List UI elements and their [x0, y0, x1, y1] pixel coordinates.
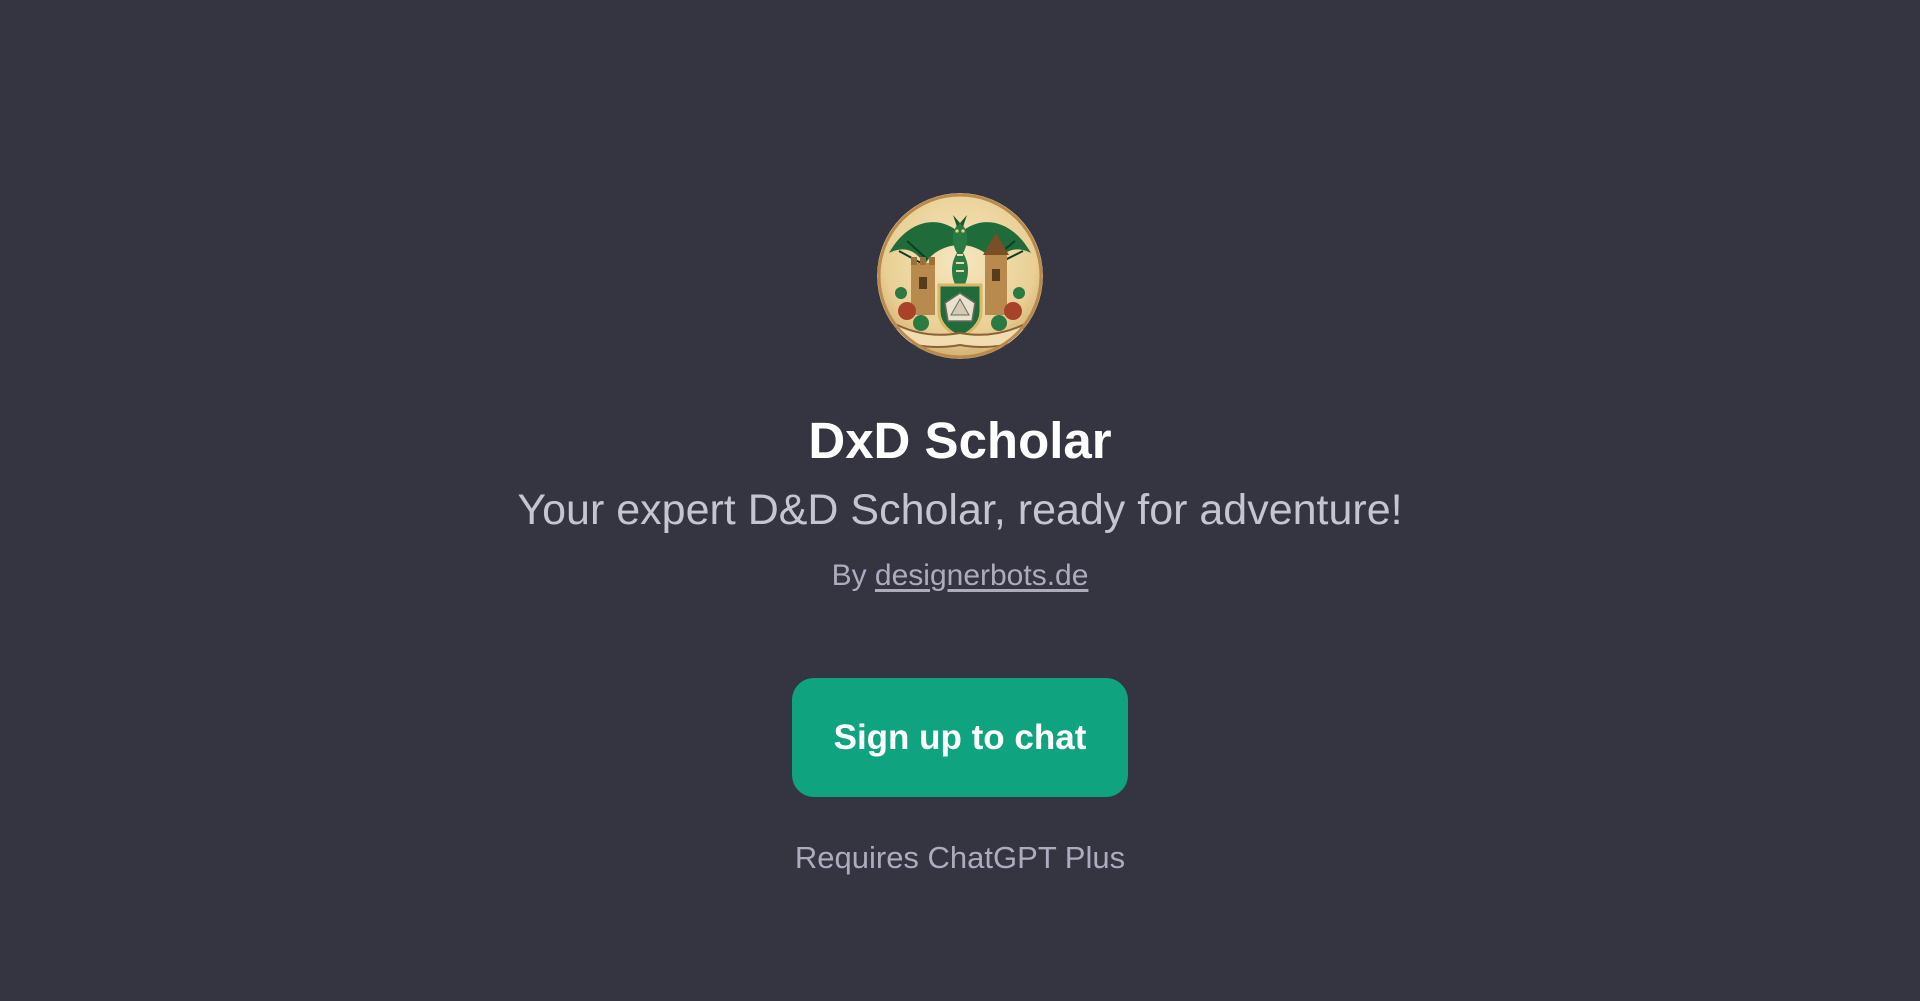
sign-up-to-chat-button[interactable]: Sign up to chat — [792, 678, 1128, 797]
gpt-landing-page: DxD Scholar Your expert D&D Scholar, rea… — [0, 0, 1920, 1001]
dragon-crest-avatar-icon — [877, 193, 1043, 359]
author-byline: By designerbots.de — [0, 556, 1920, 596]
plan-requirement-note: Requires ChatGPT Plus — [794, 840, 1126, 875]
gpt-description: Your expert D&D Scholar, ready for adven… — [517, 486, 1403, 534]
byline-prefix: By — [831, 559, 875, 592]
author-link[interactable]: designerbots.de — [875, 559, 1089, 592]
gpt-title: DxD Scholar — [808, 412, 1112, 469]
